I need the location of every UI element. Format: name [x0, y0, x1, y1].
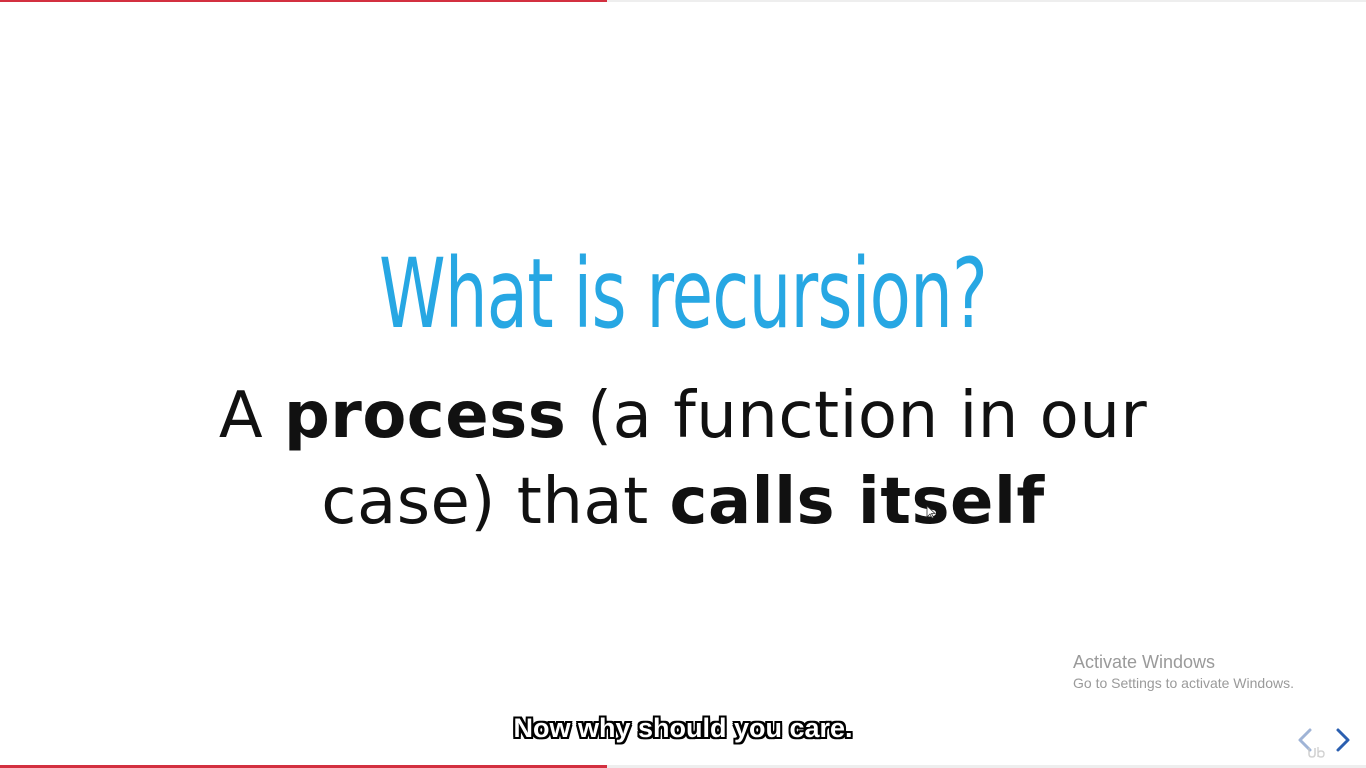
top-progress-bar[interactable] — [0, 0, 1366, 2]
video-player[interactable]: What is recursion? A process (a function… — [0, 0, 1366, 768]
subtitle-caption: Now why should you care. — [513, 713, 853, 743]
body-text-part-1: A — [218, 379, 284, 453]
windows-activation-watermark: Activate Windows Go to Settings to activ… — [1073, 651, 1294, 693]
udemy-logo-icon — [1306, 745, 1328, 762]
top-progress-fill — [0, 0, 607, 2]
watermark-subtitle: Go to Settings to activate Windows. — [1073, 675, 1294, 691]
chevron-right-icon — [1336, 728, 1350, 752]
mouse-cursor-icon — [926, 505, 936, 519]
body-bold-calls-itself: calls itself — [669, 465, 1045, 539]
slide-body-text: A process (a function in our case) that … — [170, 373, 1196, 545]
next-lecture-button[interactable] — [1330, 722, 1358, 758]
body-bold-process: process — [283, 379, 567, 453]
watermark-title: Activate Windows — [1073, 652, 1216, 672]
slide-title: What is recursion? — [379, 238, 988, 350]
